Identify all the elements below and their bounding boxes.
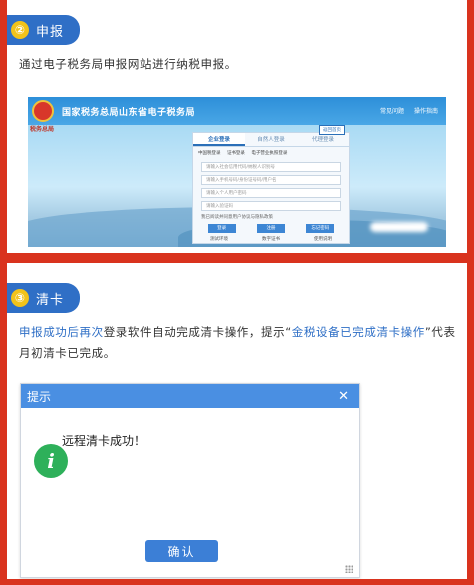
tab-enterprise-login[interactable]: 企业登录	[193, 133, 245, 146]
footer-link[interactable]: 测试环境	[210, 236, 228, 242]
section-title: 清卡	[36, 292, 65, 308]
login-button[interactable]: 登录	[207, 224, 236, 233]
tab-person-login[interactable]: 自然人登录	[245, 133, 297, 146]
dialog-message: 远程清卡成功！	[62, 434, 147, 448]
footer-link[interactable]: 使用说明	[314, 236, 332, 242]
info-icon: i	[34, 444, 68, 478]
site-link[interactable]: 常见问题	[380, 108, 404, 115]
dialog-title-bar: 提示 ✕	[21, 384, 359, 408]
login-panel: 返回首页 企业登录 自然人登录 代理登录 中国税登录 证书登录 电子营业执照登录…	[192, 125, 350, 244]
username-input[interactable]: 请输入手机号码/身份证号码/用户名	[201, 175, 341, 185]
login-sub-tabs: 中国税登录 证书登录 电子营业执照登录	[193, 147, 349, 159]
login-tabs: 企业登录 自然人登录 代理登录	[193, 133, 349, 147]
confirm-button[interactable]: 确认	[145, 540, 218, 562]
sub-tab[interactable]: 中国税登录	[198, 151, 221, 156]
section2-paragraph: 申报成功后再次登录软件自动完成清卡操作，提示“金税设备已完成清卡操作”代表月初清…	[19, 322, 460, 364]
section-number: ③	[11, 289, 29, 307]
left-red-border	[0, 0, 7, 585]
section-header-declare: ② 申报	[7, 15, 80, 45]
return-home-link[interactable]: 返回首页	[319, 125, 345, 135]
site-name: 国家税务总局山东省电子税务局	[62, 108, 196, 118]
forgot-password-button[interactable]: 忘记密码	[306, 224, 335, 233]
tax-emblem-icon	[32, 100, 54, 122]
emblem-label: 税务总局	[30, 126, 55, 133]
sub-tab[interactable]: 证书登录	[227, 151, 245, 156]
highlight-text: 申报成功后再次	[19, 325, 104, 339]
dialog-title: 提示	[27, 389, 52, 404]
section-title: 申报	[36, 24, 65, 40]
site-link[interactable]: 操作指南	[414, 108, 438, 115]
credit-code-input[interactable]: 请输入社会信用代码/纳税人识别号	[201, 162, 341, 172]
footer-link[interactable]: 数字证书	[262, 236, 280, 242]
login-footer-links: 测试环境 数字证书 使用说明	[193, 236, 349, 242]
close-icon[interactable]: ✕	[338, 389, 349, 404]
highlight-text: 金税设备已完成清卡操作	[291, 325, 425, 339]
register-button[interactable]: 注册	[256, 224, 285, 233]
password-input[interactable]: 请输入个人用户密码	[201, 188, 341, 198]
agreement-checkbox[interactable]: 我已阅读并同意用户协议与隐私政策	[201, 214, 341, 220]
tax-website-screenshot: 税务总局 国家税务总局山东省电子税务局 常见问题 操作指南 返回首页 企业登录 …	[28, 97, 446, 247]
section-divider	[0, 253, 474, 263]
bottom-border	[0, 579, 474, 585]
captcha-input[interactable]: 请输入验证码	[201, 201, 341, 211]
blurred-redaction	[370, 222, 428, 232]
login-buttons: 登录 注册 忘记密码	[193, 224, 349, 233]
prompt-dialog: 提示 ✕ i 远程清卡成功！ 确认	[20, 383, 360, 578]
section-header-clear-card: ③ 清卡	[7, 283, 80, 313]
right-red-border	[467, 0, 474, 585]
paragraph-text: 登录软件自动完成清卡操作，提示“	[103, 325, 292, 339]
resize-grip-icon[interactable]	[345, 565, 353, 573]
section1-paragraph: 通过电子税务局申报网站进行纳税申报。	[19, 57, 237, 71]
site-top-links: 常见问题 操作指南	[372, 106, 438, 115]
sub-tab[interactable]: 电子营业执照登录	[251, 151, 287, 156]
section-number: ②	[11, 21, 29, 39]
